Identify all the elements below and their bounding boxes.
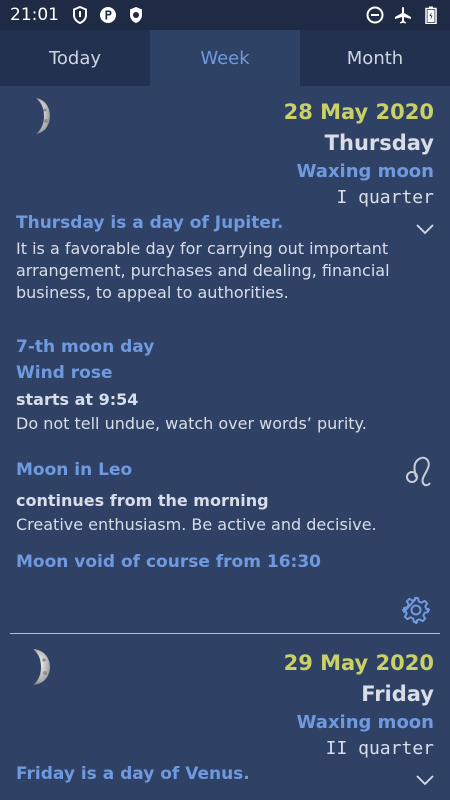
day-of-title: Thursday is a day of Jupiter. — [16, 213, 284, 233]
day-entry: 28 May 2020 Thursday Waxing moon I quart… — [0, 86, 450, 636]
entry-quarter: I quarter — [336, 187, 434, 208]
tab-bar: Today Week Month — [0, 30, 450, 86]
day-of-title: Friday is a day of Venus. — [16, 764, 250, 784]
moon-sign-sub: continues from the morning — [16, 491, 269, 510]
status-bar: 21:01 — [0, 0, 450, 30]
moon-day-symbol: Wind rose — [16, 363, 113, 383]
chevron-down-icon[interactable] — [416, 220, 434, 235]
moon-sign-text: Creative enthusiasm. Be active and decis… — [16, 515, 377, 534]
tab-week[interactable]: Week — [150, 30, 300, 86]
do-not-disturb-icon — [366, 6, 384, 24]
entry-moon-phase: Waxing moon — [296, 161, 434, 182]
moon-sign-title: Moon in Leo — [16, 460, 133, 480]
moon-day-start: starts at 9:54 — [16, 390, 139, 409]
shield-icon — [71, 6, 89, 24]
tab-month[interactable]: Month — [300, 30, 450, 86]
entry-moon-phase: Waxing moon — [296, 712, 434, 733]
gear-icon[interactable] — [401, 596, 431, 625]
entry-quarter: II quarter — [325, 738, 434, 759]
moon-void-text: Moon void of course from 16:30 — [16, 552, 321, 572]
parking-icon — [99, 6, 117, 24]
moon-day-text: Do not tell undue, watch over words’ pur… — [16, 414, 367, 433]
leo-icon — [404, 455, 434, 489]
entry-weekday: Friday — [361, 682, 434, 706]
day-entry: 29 May 2020 Friday Waxing moon II quarte… — [0, 637, 450, 800]
chevron-down-icon[interactable] — [416, 771, 434, 786]
battery-icon — [422, 6, 440, 24]
security-icon — [127, 6, 145, 24]
entry-weekday: Thursday — [324, 131, 434, 155]
status-time: 21:01 — [10, 5, 59, 25]
entry-divider — [10, 633, 440, 634]
entry-date: 29 May 2020 — [283, 651, 434, 675]
tab-today[interactable]: Today — [0, 30, 150, 86]
moon-phase-icon — [24, 647, 52, 687]
airplane-icon — [394, 6, 412, 24]
day-of-text: It is a favorable day for carrying out i… — [16, 239, 390, 302]
moon-day-title: 7-th moon day — [16, 337, 155, 357]
entry-date: 28 May 2020 — [283, 100, 434, 124]
moon-phase-icon — [24, 96, 52, 136]
